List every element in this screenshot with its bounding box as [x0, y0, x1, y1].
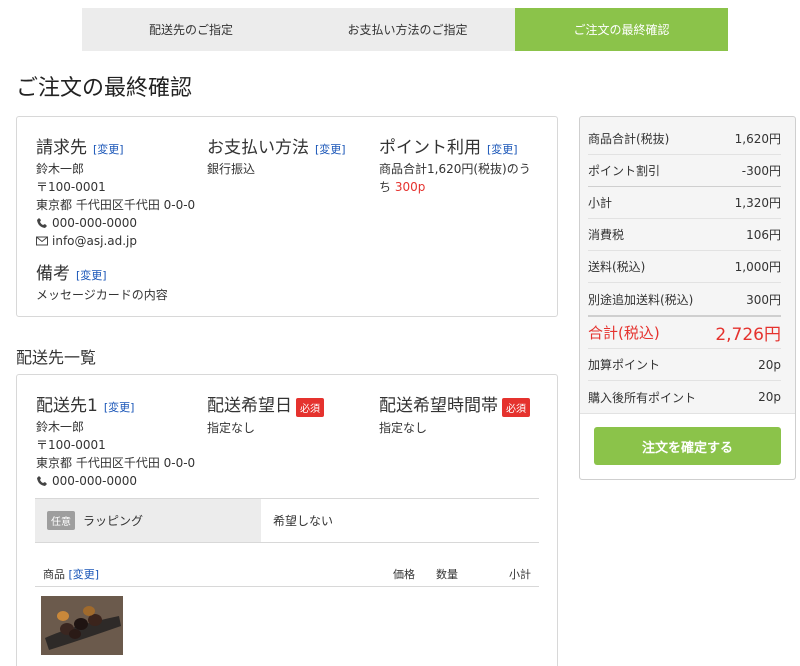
summary-value: 300円	[746, 292, 781, 307]
summary-row: 別途追加送料(税込) 300円	[588, 283, 781, 315]
summary-label: 送料(税込)	[588, 260, 646, 274]
payment-section: お支払い方法 [変更] 銀行振込	[207, 133, 377, 178]
summary-label: 加算ポイント	[588, 358, 661, 372]
summary-label: 消費税	[588, 228, 625, 242]
summary-row: 送料(税込) 1,000円	[588, 251, 781, 283]
wrapping-value: 希望しない	[273, 514, 334, 528]
table-header-divider	[35, 586, 539, 587]
table-header-subtotal: 小計	[509, 568, 531, 581]
delivery-address: 東京都 千代田区千代田 0-0-0	[36, 456, 196, 470]
table-header-qty: 数量	[436, 568, 458, 581]
payment-change-link[interactable]: [変更]	[315, 143, 346, 156]
order-info-card: 請求先 [変更] 鈴木一郎 〒100-0001 東京都 千代田区千代田 0-0-0…	[16, 116, 558, 317]
summary-points-row: 購入後所有ポイント 20p	[588, 381, 781, 413]
delivery-postal: 〒100-0001	[36, 438, 106, 452]
summary-row: 小計 1,320円	[588, 187, 781, 219]
product-change-link[interactable]: [変更]	[69, 568, 100, 581]
product-thumbnail-graphic	[41, 596, 123, 655]
summary-total-value: 2,726円	[715, 325, 781, 345]
payment-method: 銀行振込	[207, 162, 256, 176]
delivery-phone: 000-000-0000	[52, 474, 138, 488]
summary-value: -300円	[741, 164, 781, 178]
delivery-address-section: 配送先1 [変更] 鈴木一郎 〒100-0001 東京都 千代田区千代田 0-0-…	[36, 391, 206, 490]
delivery-time-title: 配送希望時間帯	[379, 396, 498, 416]
remarks-text: メッセージカードの内容	[36, 288, 168, 302]
billing-phone-row: 000-000-0000	[36, 214, 206, 232]
step-confirm-label: ご注文の最終確認	[573, 23, 670, 37]
required-badge: 必須	[296, 398, 324, 417]
delivery-date-value: 指定なし	[207, 421, 256, 435]
points-change-link[interactable]: [変更]	[487, 143, 518, 156]
points-text-2: ち	[379, 180, 392, 194]
summary-label: 購入後所有ポイント	[588, 390, 697, 405]
summary-label: 商品合計(税抜)	[588, 132, 670, 146]
step-payment: お支払い方法のご指定	[300, 8, 515, 51]
billing-address: 東京都 千代田区千代田 0-0-0	[36, 198, 196, 212]
remarks-change-link[interactable]: [変更]	[76, 269, 107, 282]
summary-label: ポイント割引	[588, 164, 661, 178]
billing-name: 鈴木一郎	[36, 162, 85, 176]
remarks-section: 備考 [変更] メッセージカードの内容	[36, 259, 336, 304]
table-header-price: 価格	[393, 568, 415, 581]
delivery-time-section: 配送希望時間帯 必須 指定なし	[379, 391, 554, 437]
summary-value: 20p	[758, 357, 781, 372]
summary-value: 1,320円	[734, 196, 781, 210]
summary-label: 別途追加送料(税込)	[588, 292, 694, 307]
points-title: ポイント利用	[379, 138, 481, 158]
summary-value: 106円	[746, 228, 781, 242]
summary-row: 商品合計(税抜) 1,620円	[588, 123, 781, 155]
mail-icon	[36, 236, 48, 246]
delivery-title: 配送先1	[36, 396, 98, 416]
points-value: 300p	[394, 180, 426, 194]
points-section: ポイント利用 [変更] 商品合計1,620円(税抜)のう ち 300p	[379, 133, 549, 196]
delivery-date-title: 配送希望日	[207, 396, 292, 416]
required-badge: 必須	[502, 398, 530, 417]
confirm-order-button[interactable]: 注文を確定する	[594, 427, 781, 465]
table-header-product: 商品 [変更]	[43, 566, 99, 582]
delivery-time-value: 指定なし	[379, 421, 428, 435]
page-title: ご注文の最終確認	[16, 76, 193, 101]
points-text: 商品合計1,620円(税抜)のう	[379, 162, 531, 176]
optional-badge: 任意	[47, 511, 75, 530]
delivery-name: 鈴木一郎	[36, 420, 85, 434]
product-header-label: 商品	[43, 568, 65, 581]
points-text-line2: ち 300p	[379, 178, 549, 196]
summary-total-row: 合計(税込) 2,726円	[588, 315, 781, 349]
billing-section: 請求先 [変更] 鈴木一郎 〒100-0001 東京都 千代田区千代田 0-0-0…	[36, 133, 206, 250]
payment-title: お支払い方法	[207, 138, 309, 158]
phone-icon	[37, 218, 47, 228]
delivery-list-title: 配送先一覧	[16, 348, 97, 367]
summary-row: 消費税 106円	[588, 219, 781, 251]
wrapping-label: ラッピング	[83, 514, 144, 528]
wrapping-label-cell: 任意 ラッピング	[35, 499, 261, 542]
checkout-stepper: 配送先のご指定 お支払い方法のご指定 ご注文の最終確認	[82, 8, 728, 51]
summary-label: 小計	[588, 196, 613, 210]
summary-value: 1,000円	[734, 260, 781, 274]
billing-phone: 000-000-0000	[52, 216, 138, 230]
order-summary-panel: 商品合計(税抜) 1,620円 ポイント割引 -300円 小計 1,320円 消費税 1…	[579, 116, 796, 480]
step-delivery: 配送先のご指定	[82, 8, 300, 51]
product-image[interactable]	[41, 596, 123, 655]
remarks-title: 備考	[36, 264, 70, 284]
delivery-phone-row: 000-000-0000	[36, 472, 206, 490]
billing-email: info@asj.ad.jp	[52, 234, 137, 248]
delivery-date-section: 配送希望日 必須 指定なし	[207, 391, 377, 437]
delivery-change-link[interactable]: [変更]	[104, 401, 135, 414]
summary-row: ポイント割引 -300円	[588, 155, 781, 187]
step-payment-label: お支払い方法のご指定	[347, 23, 468, 37]
summary-value: 1,620円	[734, 132, 781, 146]
billing-change-link[interactable]: [変更]	[93, 143, 124, 156]
billing-postal: 〒100-0001	[36, 180, 106, 194]
step-delivery-label: 配送先のご指定	[148, 23, 233, 37]
summary-points-row: 加算ポイント 20p	[588, 349, 781, 381]
wrapping-row: 任意 ラッピング 希望しない	[35, 498, 539, 543]
step-confirm: ご注文の最終確認	[515, 8, 728, 51]
billing-title: 請求先	[36, 138, 87, 158]
phone-icon	[37, 476, 47, 486]
summary-value: 20p	[758, 390, 781, 404]
summary-total-label: 合計(税込)	[588, 324, 660, 342]
billing-email-row: info@asj.ad.jp	[36, 232, 206, 250]
